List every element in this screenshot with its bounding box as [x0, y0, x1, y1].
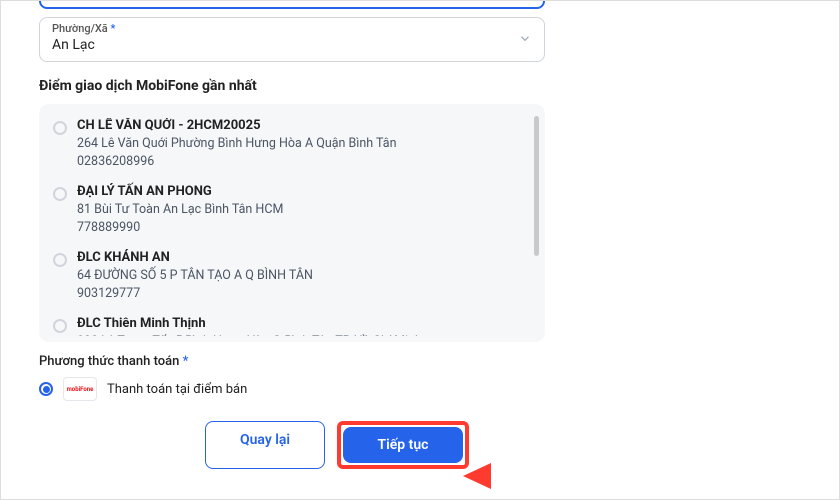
back-button[interactable]: Quay lại — [205, 421, 325, 469]
radio-checked-icon — [39, 382, 53, 396]
scrollbar[interactable] — [534, 116, 539, 256]
previous-field-bottom — [39, 1, 545, 9]
store-phone: 02836208996 — [77, 153, 519, 171]
radio-icon — [53, 319, 67, 333]
store-address: 264 Lê Văn Quới Phường Bình Hưng Hòa A Q… — [77, 135, 519, 153]
payment-label: Phương thức thanh toán * — [39, 354, 545, 369]
mobifone-logo: mobiFone — [63, 377, 97, 401]
highlight-annotation: Tiếp tục — [337, 421, 469, 469]
store-item[interactable]: ĐLC Thiên Minh Thịnh 820 Lê Trọng Tấn P.… — [53, 316, 519, 336]
store-name: ĐẠI LÝ TẤN AN PHONG — [77, 184, 519, 199]
store-address: 820 Lê Trọng Tấn P.Bình Hưng Hòa Q.Bình … — [77, 333, 519, 336]
ward-value: An Lạc — [52, 37, 532, 53]
store-address: 64 ĐƯỜNG SỐ 5 P TÂN TẠO A Q BÌNH TÂN — [77, 267, 519, 285]
ward-label: Phường/Xã * — [52, 22, 532, 35]
store-name: CH LÊ VĂN QUỚI - 2HCM20025 — [77, 118, 519, 133]
store-name: ĐLC KHÁNH AN — [77, 250, 519, 265]
store-phone: 778889990 — [77, 219, 519, 237]
ward-select[interactable]: Phường/Xã * An Lạc — [39, 17, 545, 62]
store-address: 81 Bùi Tư Toàn An Lạc Bình Tân HCM — [77, 201, 519, 219]
chevron-down-icon — [518, 30, 532, 49]
radio-icon — [53, 121, 67, 135]
arrow-annotation-icon — [461, 453, 541, 499]
stores-list: CH LÊ VĂN QUỚI - 2HCM20025 264 Lê Văn Qu… — [39, 104, 545, 342]
radio-icon — [53, 187, 67, 201]
radio-icon — [53, 253, 67, 267]
store-item[interactable]: ĐẠI LÝ TẤN AN PHONG 81 Bùi Tư Toàn An Lạ… — [53, 184, 519, 236]
store-phone: 903129777 — [77, 285, 519, 303]
stores-heading: Điểm giao dịch MobiFone gần nhất — [39, 78, 545, 94]
payment-option[interactable]: mobiFone Thanh toán tại điểm bán — [39, 377, 545, 401]
payment-option-label: Thanh toán tại điểm bán — [107, 382, 247, 397]
store-item[interactable]: ĐLC KHÁNH AN 64 ĐƯỜNG SỐ 5 P TÂN TẠO A Q… — [53, 250, 519, 302]
store-name: ĐLC Thiên Minh Thịnh — [77, 316, 519, 331]
store-item[interactable]: CH LÊ VĂN QUỚI - 2HCM20025 264 Lê Văn Qu… — [53, 118, 519, 170]
continue-button[interactable]: Tiếp tục — [343, 427, 463, 463]
